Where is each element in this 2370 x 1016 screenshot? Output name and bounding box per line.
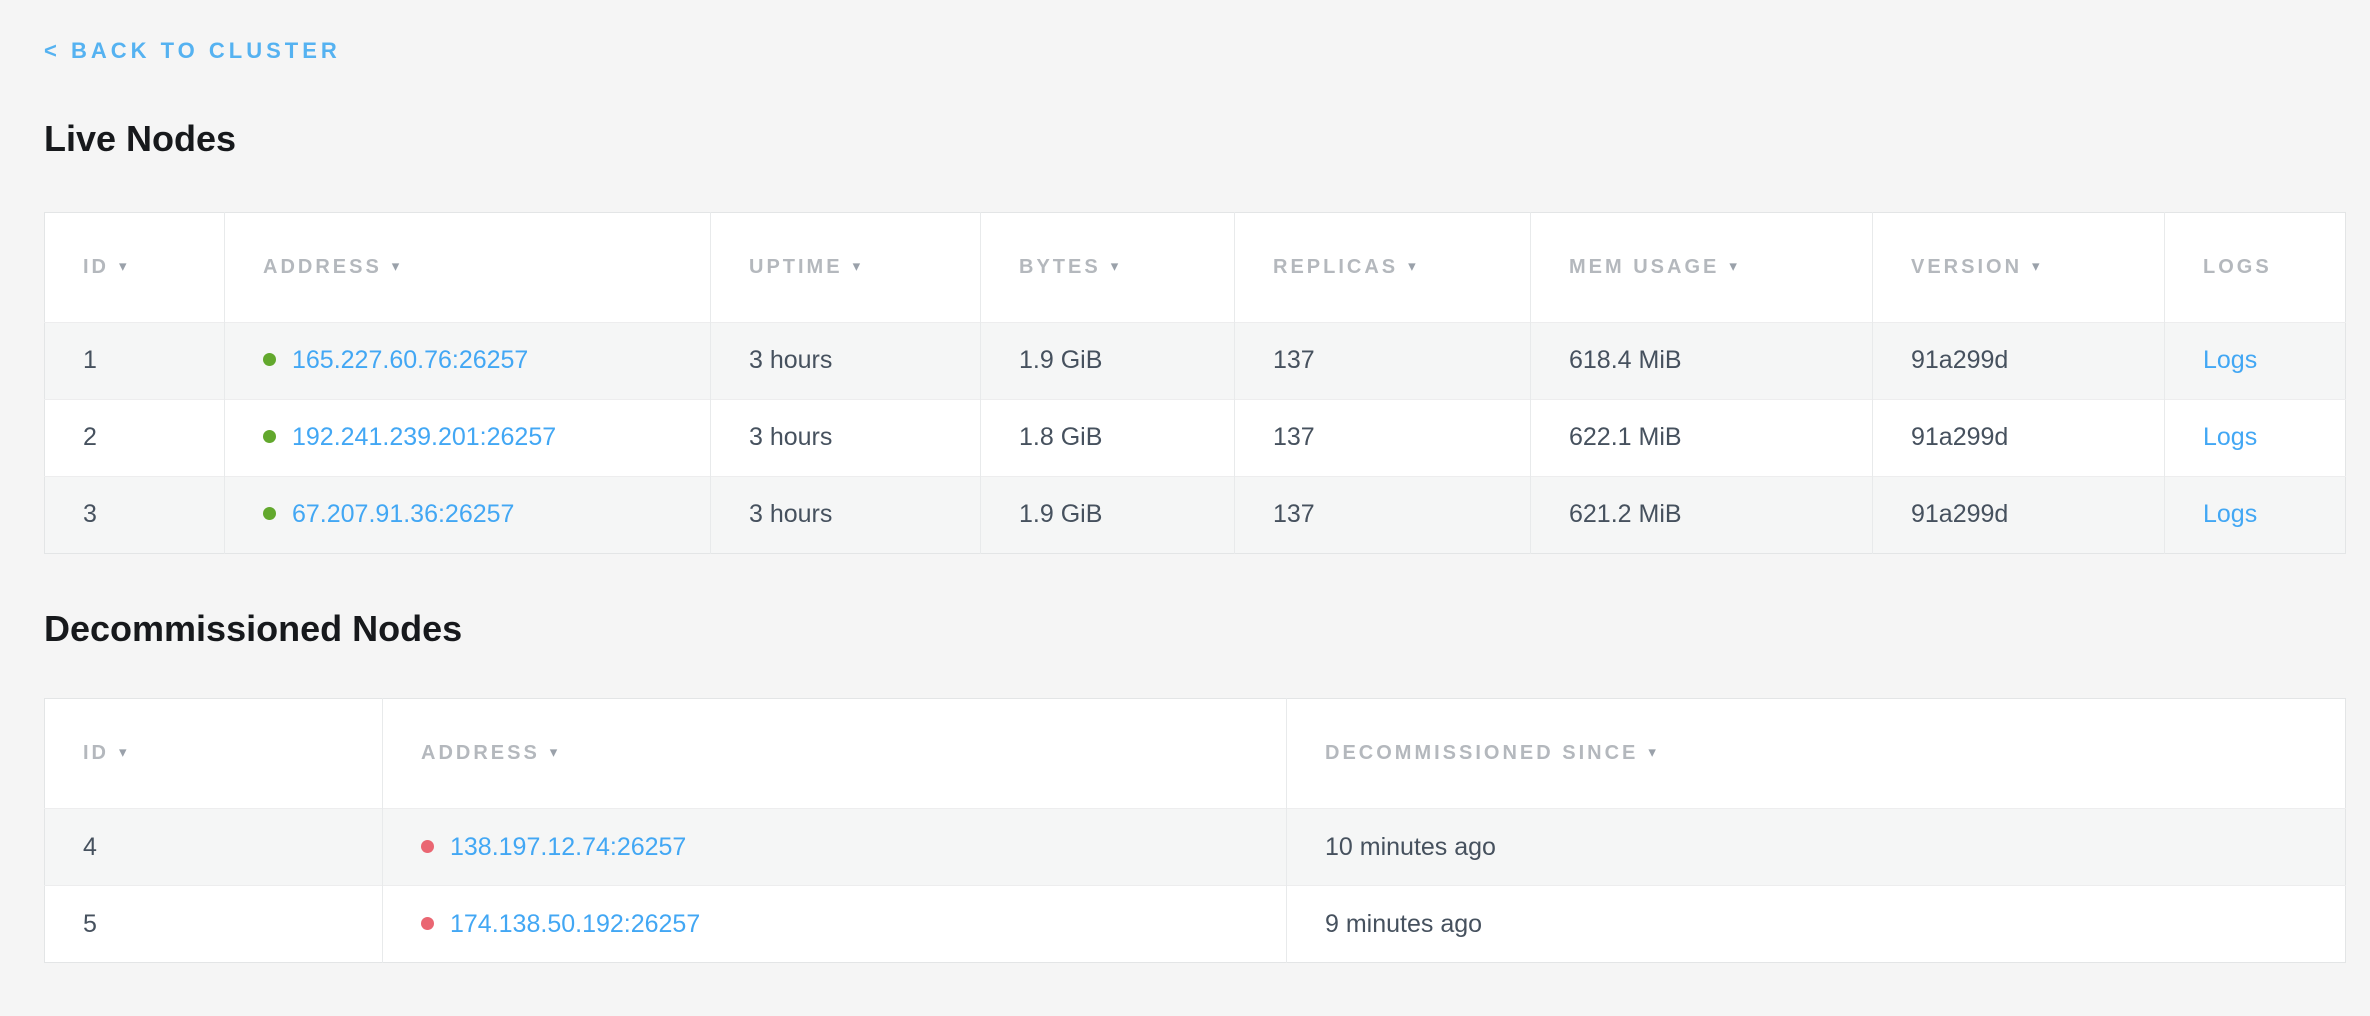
node-replicas-cell: 137 bbox=[1235, 399, 1531, 476]
node-address-cell: 67.207.91.36:26257 bbox=[225, 476, 711, 553]
node-address-link[interactable]: 192.241.239.201:26257 bbox=[292, 423, 556, 451]
node-logs-link[interactable]: Logs bbox=[2203, 423, 2257, 451]
decommissioned-nodes-table: ID ▾ ADDRESS ▾ DECOMMISSIONED SINCE ▾ 4 138… bbox=[44, 698, 2346, 963]
column-header-label: ADDRESS bbox=[421, 742, 540, 764]
node-mem-usage-cell: 622.1 MiB bbox=[1531, 399, 1873, 476]
column-header-label: ID bbox=[83, 256, 109, 278]
column-header-label: ID bbox=[83, 742, 109, 764]
sort-arrow-icon: ▾ bbox=[392, 258, 400, 275]
column-header-replicas[interactable]: REPLICAS ▾ bbox=[1235, 212, 1531, 322]
node-uptime-cell: 3 hours bbox=[711, 322, 981, 399]
node-logs-link[interactable]: Logs bbox=[2203, 500, 2257, 528]
node-bytes-cell: 1.9 GiB bbox=[981, 476, 1235, 553]
decommissioned-nodes-title: Decommissioned Nodes bbox=[44, 608, 2346, 649]
table-row: 4 138.197.12.74:26257 10 minutes ago bbox=[45, 809, 2346, 886]
node-version-cell: 91a299d bbox=[1873, 476, 2165, 553]
live-status-dot-icon bbox=[263, 430, 276, 443]
column-header-label: MEM USAGE bbox=[1569, 256, 1719, 278]
node-replicas-cell: 137 bbox=[1235, 322, 1531, 399]
node-logs-link[interactable]: Logs bbox=[2203, 346, 2257, 374]
live-status-dot-icon bbox=[263, 507, 276, 520]
node-address-cell: 192.241.239.201:26257 bbox=[225, 399, 711, 476]
node-id-cell: 1 bbox=[45, 322, 225, 399]
node-bytes-cell: 1.8 GiB bbox=[981, 399, 1235, 476]
sort-arrow-icon: ▾ bbox=[550, 744, 558, 761]
sort-arrow-icon: ▾ bbox=[1408, 258, 1416, 275]
column-header-logs: LOGS bbox=[2165, 212, 2346, 322]
node-version-cell: 91a299d bbox=[1873, 322, 2165, 399]
node-address-link[interactable]: 165.227.60.76:26257 bbox=[292, 346, 528, 374]
back-to-cluster-link[interactable]: < BACK TO CLUSTER bbox=[44, 38, 341, 64]
column-header-decommissioned-since[interactable]: DECOMMISSIONED SINCE ▾ bbox=[1287, 699, 2346, 809]
node-id-cell: 4 bbox=[45, 809, 383, 886]
node-uptime-cell: 3 hours bbox=[711, 399, 981, 476]
column-header-mem-usage[interactable]: MEM USAGE ▾ bbox=[1531, 212, 1873, 322]
node-address-cell: 138.197.12.74:26257 bbox=[383, 809, 1287, 886]
column-header-label: ADDRESS bbox=[263, 256, 382, 278]
column-header-id[interactable]: ID ▾ bbox=[45, 699, 383, 809]
live-nodes-table: ID ▾ ADDRESS ▾ UPTIME ▾ BYTES ▾ REPLICAS ▾ ME… bbox=[44, 212, 2346, 554]
node-mem-usage-cell: 621.2 MiB bbox=[1531, 476, 1873, 553]
node-id-cell: 3 bbox=[45, 476, 225, 553]
table-row: 2 192.241.239.201:26257 3 hours 1.8 GiB … bbox=[45, 399, 2346, 476]
sort-arrow-icon: ▾ bbox=[1729, 258, 1737, 275]
node-bytes-cell: 1.9 GiB bbox=[981, 322, 1235, 399]
column-header-version[interactable]: VERSION ▾ bbox=[1873, 212, 2165, 322]
column-header-address[interactable]: ADDRESS ▾ bbox=[383, 699, 1287, 809]
node-address-cell: 165.227.60.76:26257 bbox=[225, 322, 711, 399]
column-header-label: UPTIME bbox=[749, 256, 843, 278]
column-header-id[interactable]: ID ▾ bbox=[45, 212, 225, 322]
live-nodes-title: Live Nodes bbox=[44, 118, 2346, 159]
table-row: 5 174.138.50.192:26257 9 minutes ago bbox=[45, 886, 2346, 963]
node-replicas-cell: 137 bbox=[1235, 476, 1531, 553]
node-address-link[interactable]: 174.138.50.192:26257 bbox=[450, 910, 700, 938]
sort-arrow-icon: ▾ bbox=[1111, 258, 1119, 275]
sort-arrow-icon: ▾ bbox=[853, 258, 861, 275]
table-row: 3 67.207.91.36:26257 3 hours 1.9 GiB 137… bbox=[45, 476, 2346, 553]
node-uptime-cell: 3 hours bbox=[711, 476, 981, 553]
node-logs-cell: Logs bbox=[2165, 322, 2346, 399]
node-logs-cell: Logs bbox=[2165, 476, 2346, 553]
sort-arrow-icon: ▾ bbox=[119, 744, 127, 761]
page-content: < BACK TO CLUSTER Live Nodes ID ▾ ADDRESS… bbox=[0, 0, 2370, 963]
node-version-cell: 91a299d bbox=[1873, 399, 2165, 476]
node-decommissioned-since-cell: 10 minutes ago bbox=[1287, 809, 2346, 886]
node-decommissioned-since-cell: 9 minutes ago bbox=[1287, 886, 2346, 963]
column-header-label: VERSION bbox=[1911, 256, 2022, 278]
node-id-cell: 2 bbox=[45, 399, 225, 476]
node-address-link[interactable]: 138.197.12.74:26257 bbox=[450, 833, 686, 861]
column-header-label: DECOMMISSIONED SINCE bbox=[1325, 742, 1638, 764]
column-header-label: BYTES bbox=[1019, 256, 1101, 278]
column-header-label: LOGS bbox=[2203, 256, 2272, 278]
sort-arrow-icon: ▾ bbox=[119, 258, 127, 275]
live-nodes-header-row: ID ▾ ADDRESS ▾ UPTIME ▾ BYTES ▾ REPLICAS ▾ ME… bbox=[45, 212, 2346, 322]
decommissioned-status-dot-icon bbox=[421, 840, 434, 853]
sort-arrow-icon: ▾ bbox=[1648, 744, 1656, 761]
node-mem-usage-cell: 618.4 MiB bbox=[1531, 322, 1873, 399]
node-address-link[interactable]: 67.207.91.36:26257 bbox=[292, 500, 514, 528]
column-header-uptime[interactable]: UPTIME ▾ bbox=[711, 212, 981, 322]
live-status-dot-icon bbox=[263, 353, 276, 366]
column-header-label: REPLICAS bbox=[1273, 256, 1398, 278]
column-header-address[interactable]: ADDRESS ▾ bbox=[225, 212, 711, 322]
decommissioned-status-dot-icon bbox=[421, 917, 434, 930]
node-id-cell: 5 bbox=[45, 886, 383, 963]
sort-arrow-icon: ▾ bbox=[2032, 258, 2040, 275]
decommissioned-nodes-header-row: ID ▾ ADDRESS ▾ DECOMMISSIONED SINCE ▾ bbox=[45, 699, 2346, 809]
column-header-bytes[interactable]: BYTES ▾ bbox=[981, 212, 1235, 322]
node-address-cell: 174.138.50.192:26257 bbox=[383, 886, 1287, 963]
node-logs-cell: Logs bbox=[2165, 399, 2346, 476]
table-row: 1 165.227.60.76:26257 3 hours 1.9 GiB 13… bbox=[45, 322, 2346, 399]
